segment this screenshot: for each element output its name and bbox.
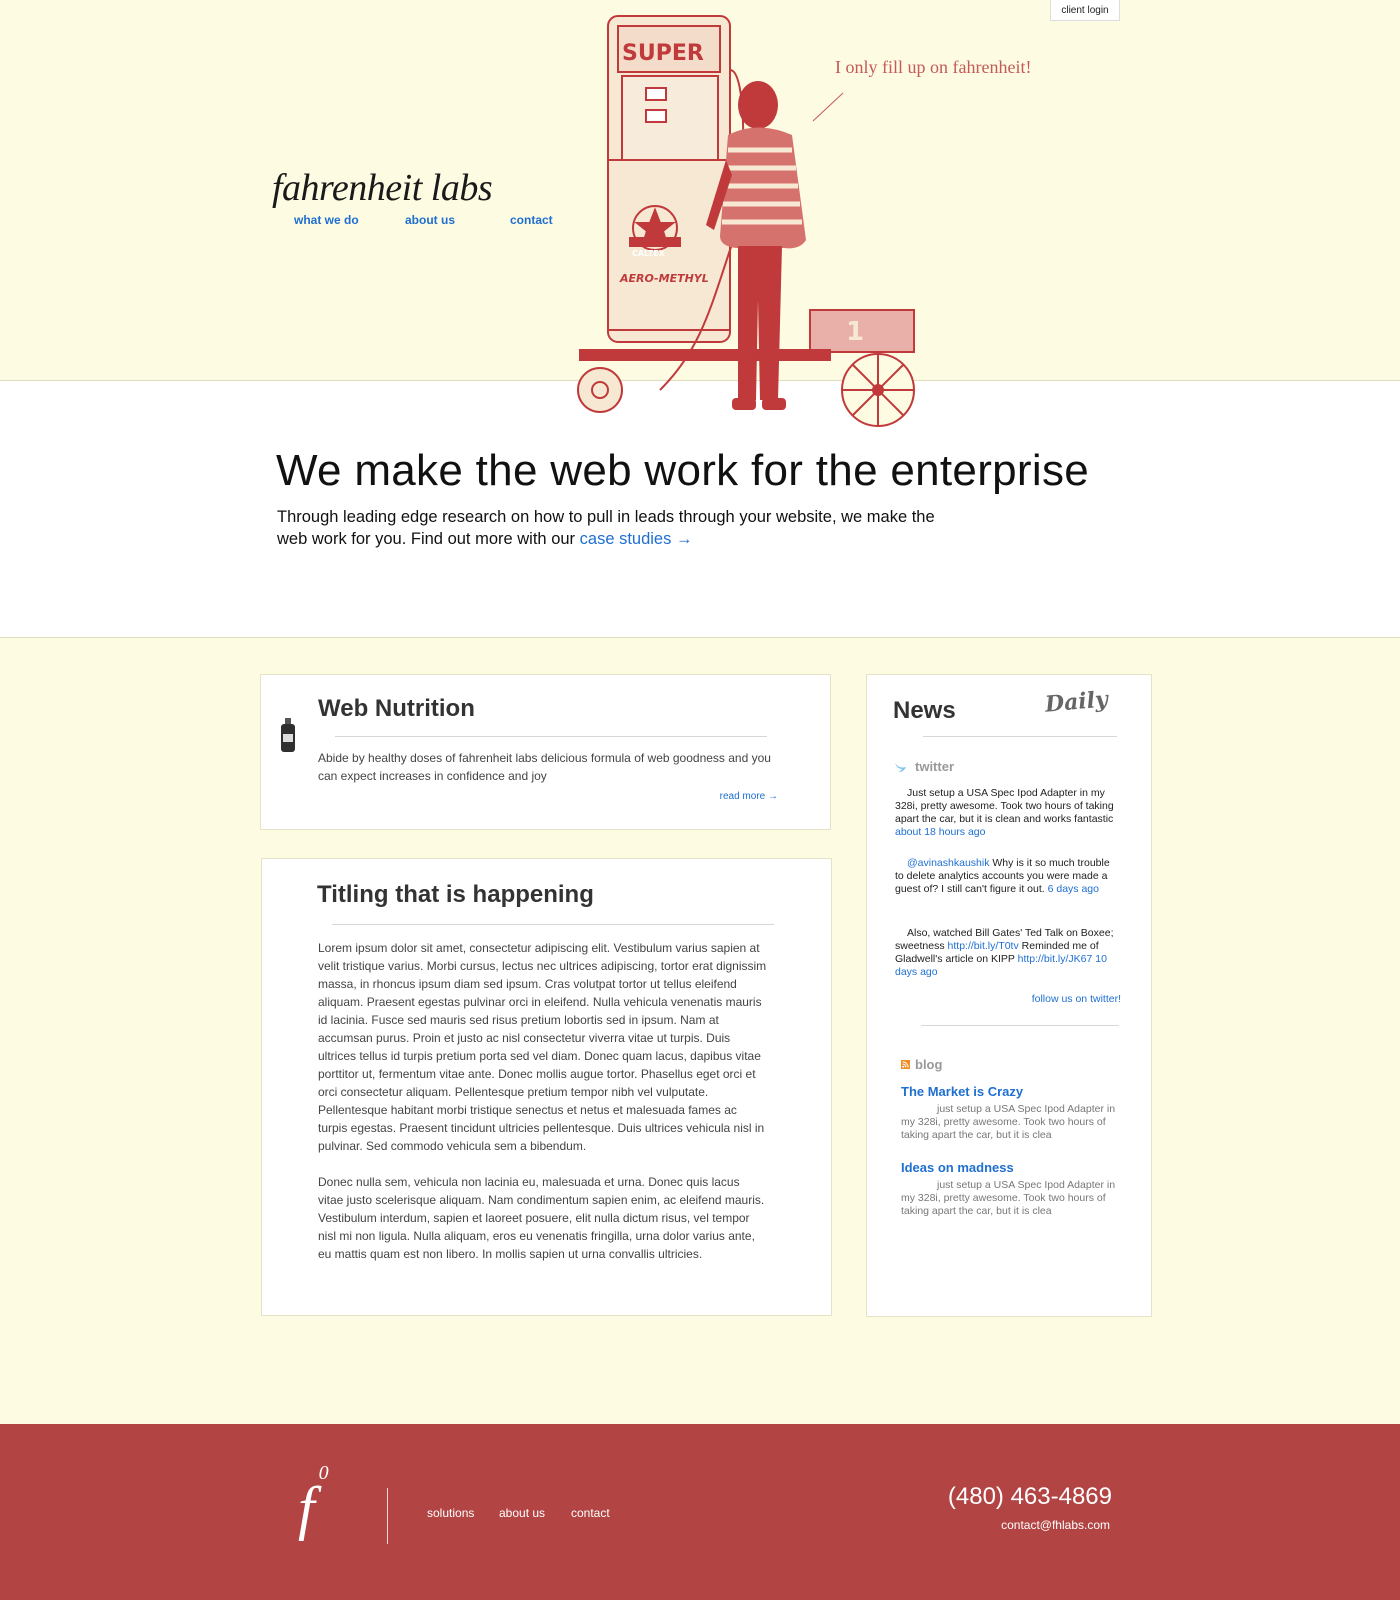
tweet-mention-link[interactable]: @avinashkaushik [907, 857, 989, 869]
footer: f0 solutions about us contact (480) 463-… [0, 1424, 1400, 1600]
footer-logo-degree: 0 [318, 1462, 329, 1484]
tweet-time-link[interactable]: about 18 hours ago [895, 826, 986, 838]
divider [923, 736, 1117, 737]
blog-label: blog [915, 1057, 943, 1072]
bottle-icon [281, 718, 295, 752]
web-nutrition-card: Web Nutrition Abide by healthy doses of … [260, 674, 831, 830]
cart-number: 1 [846, 317, 864, 347]
blog-post-title[interactable]: The Market is Crazy [901, 1084, 1023, 1099]
divider [921, 1025, 1119, 1026]
rss-icon [901, 1060, 910, 1069]
footer-logo-letter: f [298, 1475, 315, 1541]
tweet-item: Just setup a USA Spec Ipod Adapter in my… [895, 787, 1121, 839]
twitter-label: twitter [915, 759, 954, 774]
tweet-link[interactable]: http://bit.ly/JK67 [1018, 953, 1093, 965]
follow-twitter-link[interactable]: follow us on twitter! [1032, 993, 1121, 1005]
case-studies-link[interactable]: case studies → [580, 530, 693, 548]
tweet-text: Just setup a USA Spec Ipod Adapter in my… [895, 787, 1114, 825]
article-card: Titling that is happening Lorem ipsum do… [261, 858, 832, 1316]
gas-pump-illustration: SUPER CALTEX AERO-METHYL 1 [577, 15, 915, 427]
client-login-button[interactable]: client login [1050, 0, 1120, 21]
nav-about-us[interactable]: about us [405, 213, 455, 227]
nav-what-we-do[interactable]: what we do [294, 213, 359, 227]
blog-post-excerpt: just setup a USA Spec Ipod Adapter in my… [901, 1179, 1116, 1217]
footer-link-contact[interactable]: contact [571, 1506, 610, 1520]
hero-text: Through leading edge research on how to … [277, 506, 957, 550]
tweet-item: @avinashkaushik Why is it so much troubl… [895, 857, 1121, 896]
article-paragraph-2: Donec nulla sem, vehicula non lacinia eu… [318, 1175, 765, 1261]
daily-newspaper-icon: Daily [1043, 686, 1109, 718]
nav-contact[interactable]: contact [510, 213, 553, 227]
blog-post-title[interactable]: Ideas on madness [901, 1160, 1014, 1175]
pump-brand: CALTEX [632, 249, 666, 258]
news-title: News [893, 697, 956, 724]
tweet-link[interactable]: http://bit.ly/T0tv [948, 940, 1019, 952]
article-title: Titling that is happening [317, 881, 594, 908]
read-more-link[interactable]: read more → [720, 791, 778, 802]
footer-email-link[interactable]: contact@fhlabs.com [1001, 1518, 1110, 1532]
article-paragraph-1: Lorem ipsum dolor sit amet, consectetur … [318, 941, 767, 1153]
twitter-bird-icon [895, 763, 906, 772]
footer-link-solutions[interactable]: solutions [427, 1506, 474, 1520]
pump-sub-brand: AERO-METHYL [619, 272, 709, 285]
tweet-time-link[interactable]: 6 days ago [1048, 883, 1099, 895]
footer-link-about-us[interactable]: about us [499, 1506, 545, 1520]
web-nutrition-title: Web Nutrition [318, 695, 475, 722]
web-nutrition-text: Abide by healthy doses of fahrenheit lab… [318, 751, 771, 783]
hero-title: We make the web work for the enterprise [276, 446, 1090, 495]
blog-post-excerpt: just setup a USA Spec Ipod Adapter in my… [901, 1103, 1116, 1141]
tweet-item: Also, watched Bill Gates' Ted Talk on Bo… [895, 927, 1121, 979]
footer-divider [387, 1488, 388, 1544]
footer-logo[interactable]: f0 [298, 1462, 329, 1543]
footer-phone: (480) 463-4869 [947, 1483, 1112, 1510]
news-card: News Daily twitter Just setup a USA Spec… [866, 674, 1152, 1317]
site-logo[interactable]: fahrenheit labs [272, 166, 493, 210]
divider [332, 924, 774, 925]
pump-label: SUPER [622, 41, 704, 66]
divider [335, 736, 767, 737]
